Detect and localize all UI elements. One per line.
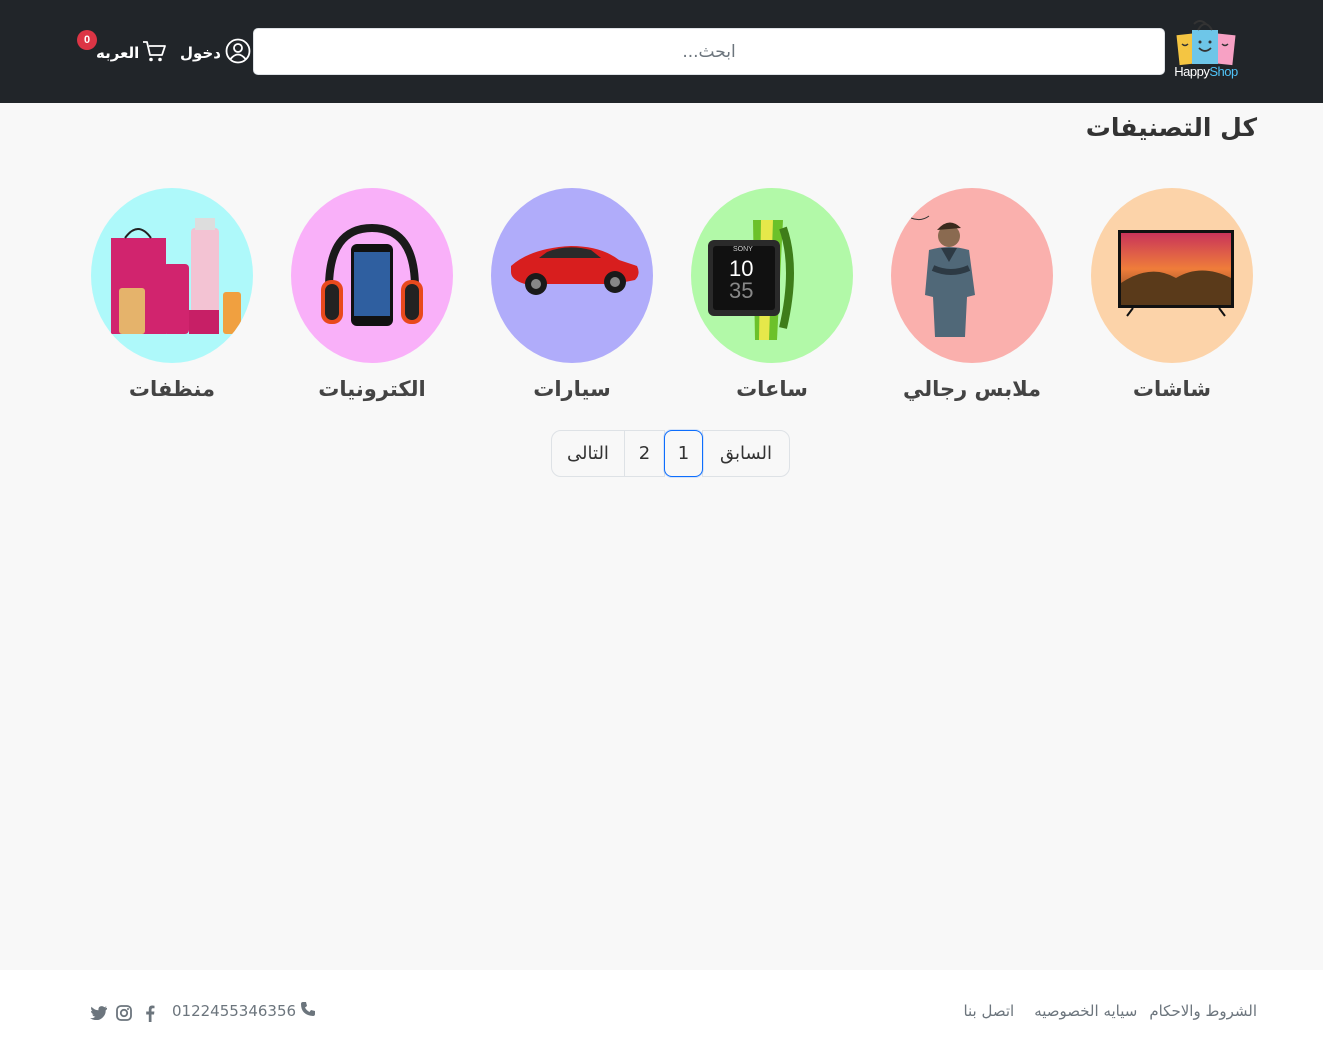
happy-shop-logo[interactable]: HappyShop (1172, 20, 1240, 84)
man-figure-icon (910, 215, 975, 337)
login-label: دخول (180, 44, 221, 62)
category-label[interactable]: ملابس رجالي (862, 377, 1082, 401)
category-card-cleaners[interactable]: منظفات (91, 188, 253, 401)
privacy-link[interactable]: سيايه الخصوصيه (1034, 1002, 1137, 1020)
category-image (491, 188, 653, 363)
login-button[interactable]: دخول (180, 38, 251, 68)
watch-brand: SONY (733, 246, 753, 253)
cart-label: العربه (96, 44, 140, 62)
watch-time-minutes: 35 (729, 278, 754, 303)
tv-icon (1118, 230, 1234, 317)
footer-links: الشروط والاحكام سيايه الخصوصيه اتصل بنا (963, 1002, 1257, 1020)
user-circle-icon (225, 38, 251, 68)
category-label[interactable]: الكترونيات (262, 377, 482, 401)
category-label[interactable]: سيارات (462, 377, 682, 401)
twitter-icon[interactable] (89, 1004, 107, 1022)
cart-count-badge: 0 (77, 30, 97, 50)
footer: الشروط والاحكام سيايه الخصوصيه اتصل بنا … (0, 970, 1323, 1044)
phone-number: 0122455346356 (172, 1002, 297, 1020)
category-image: 10 35 SONY (691, 188, 853, 363)
terms-link[interactable]: الشروط والاحكام (1149, 1002, 1257, 1020)
search-input[interactable] (253, 28, 1165, 75)
previous-page-button[interactable]: السابق (702, 430, 790, 477)
phone-contact[interactable]: 0122455346356 (172, 1001, 316, 1021)
red-sports-car-icon (511, 246, 639, 295)
category-label[interactable]: منظفات (62, 377, 282, 401)
cart-button[interactable]: العربه (96, 38, 167, 68)
shopping-cart-icon (141, 38, 167, 68)
shopping-bag-logo-icon (1176, 20, 1236, 66)
page-2-button[interactable]: 2 (624, 430, 665, 477)
instagram-icon[interactable] (115, 1004, 133, 1022)
social-links (89, 1004, 159, 1022)
category-card-screens[interactable]: شاشات (1091, 188, 1253, 401)
category-label[interactable]: ساعات (662, 377, 882, 401)
smartwatch-icon (708, 220, 794, 340)
cosmetics-products-icon (111, 218, 241, 334)
category-card-cars[interactable]: سيارات (491, 188, 653, 401)
headphones-phone-icon (321, 223, 423, 326)
category-image (1091, 188, 1253, 363)
phone-icon (300, 1001, 316, 1021)
facebook-icon[interactable] (141, 1004, 159, 1022)
category-image (891, 188, 1053, 363)
page-1-button[interactable]: 1 (664, 430, 703, 477)
logo-text: HappyShop (1174, 64, 1238, 79)
category-card-men-clothes[interactable]: ملابس رجالي (891, 188, 1053, 401)
category-label[interactable]: شاشات (1062, 377, 1282, 401)
contact-link[interactable]: اتصل بنا (963, 1002, 1014, 1020)
pagination: التالى 2 1 السابق (551, 430, 790, 477)
next-page-button[interactable]: التالى (551, 430, 625, 477)
category-image (291, 188, 453, 363)
page-title: كل التصنيفات (1085, 113, 1257, 142)
category-card-electronics[interactable]: الكترونيات (291, 188, 453, 401)
top-navbar: HappyShop دخول العربه 0 (0, 0, 1323, 103)
category-card-watches[interactable]: 10 35 SONY ساعات (691, 188, 853, 401)
category-image (91, 188, 253, 363)
